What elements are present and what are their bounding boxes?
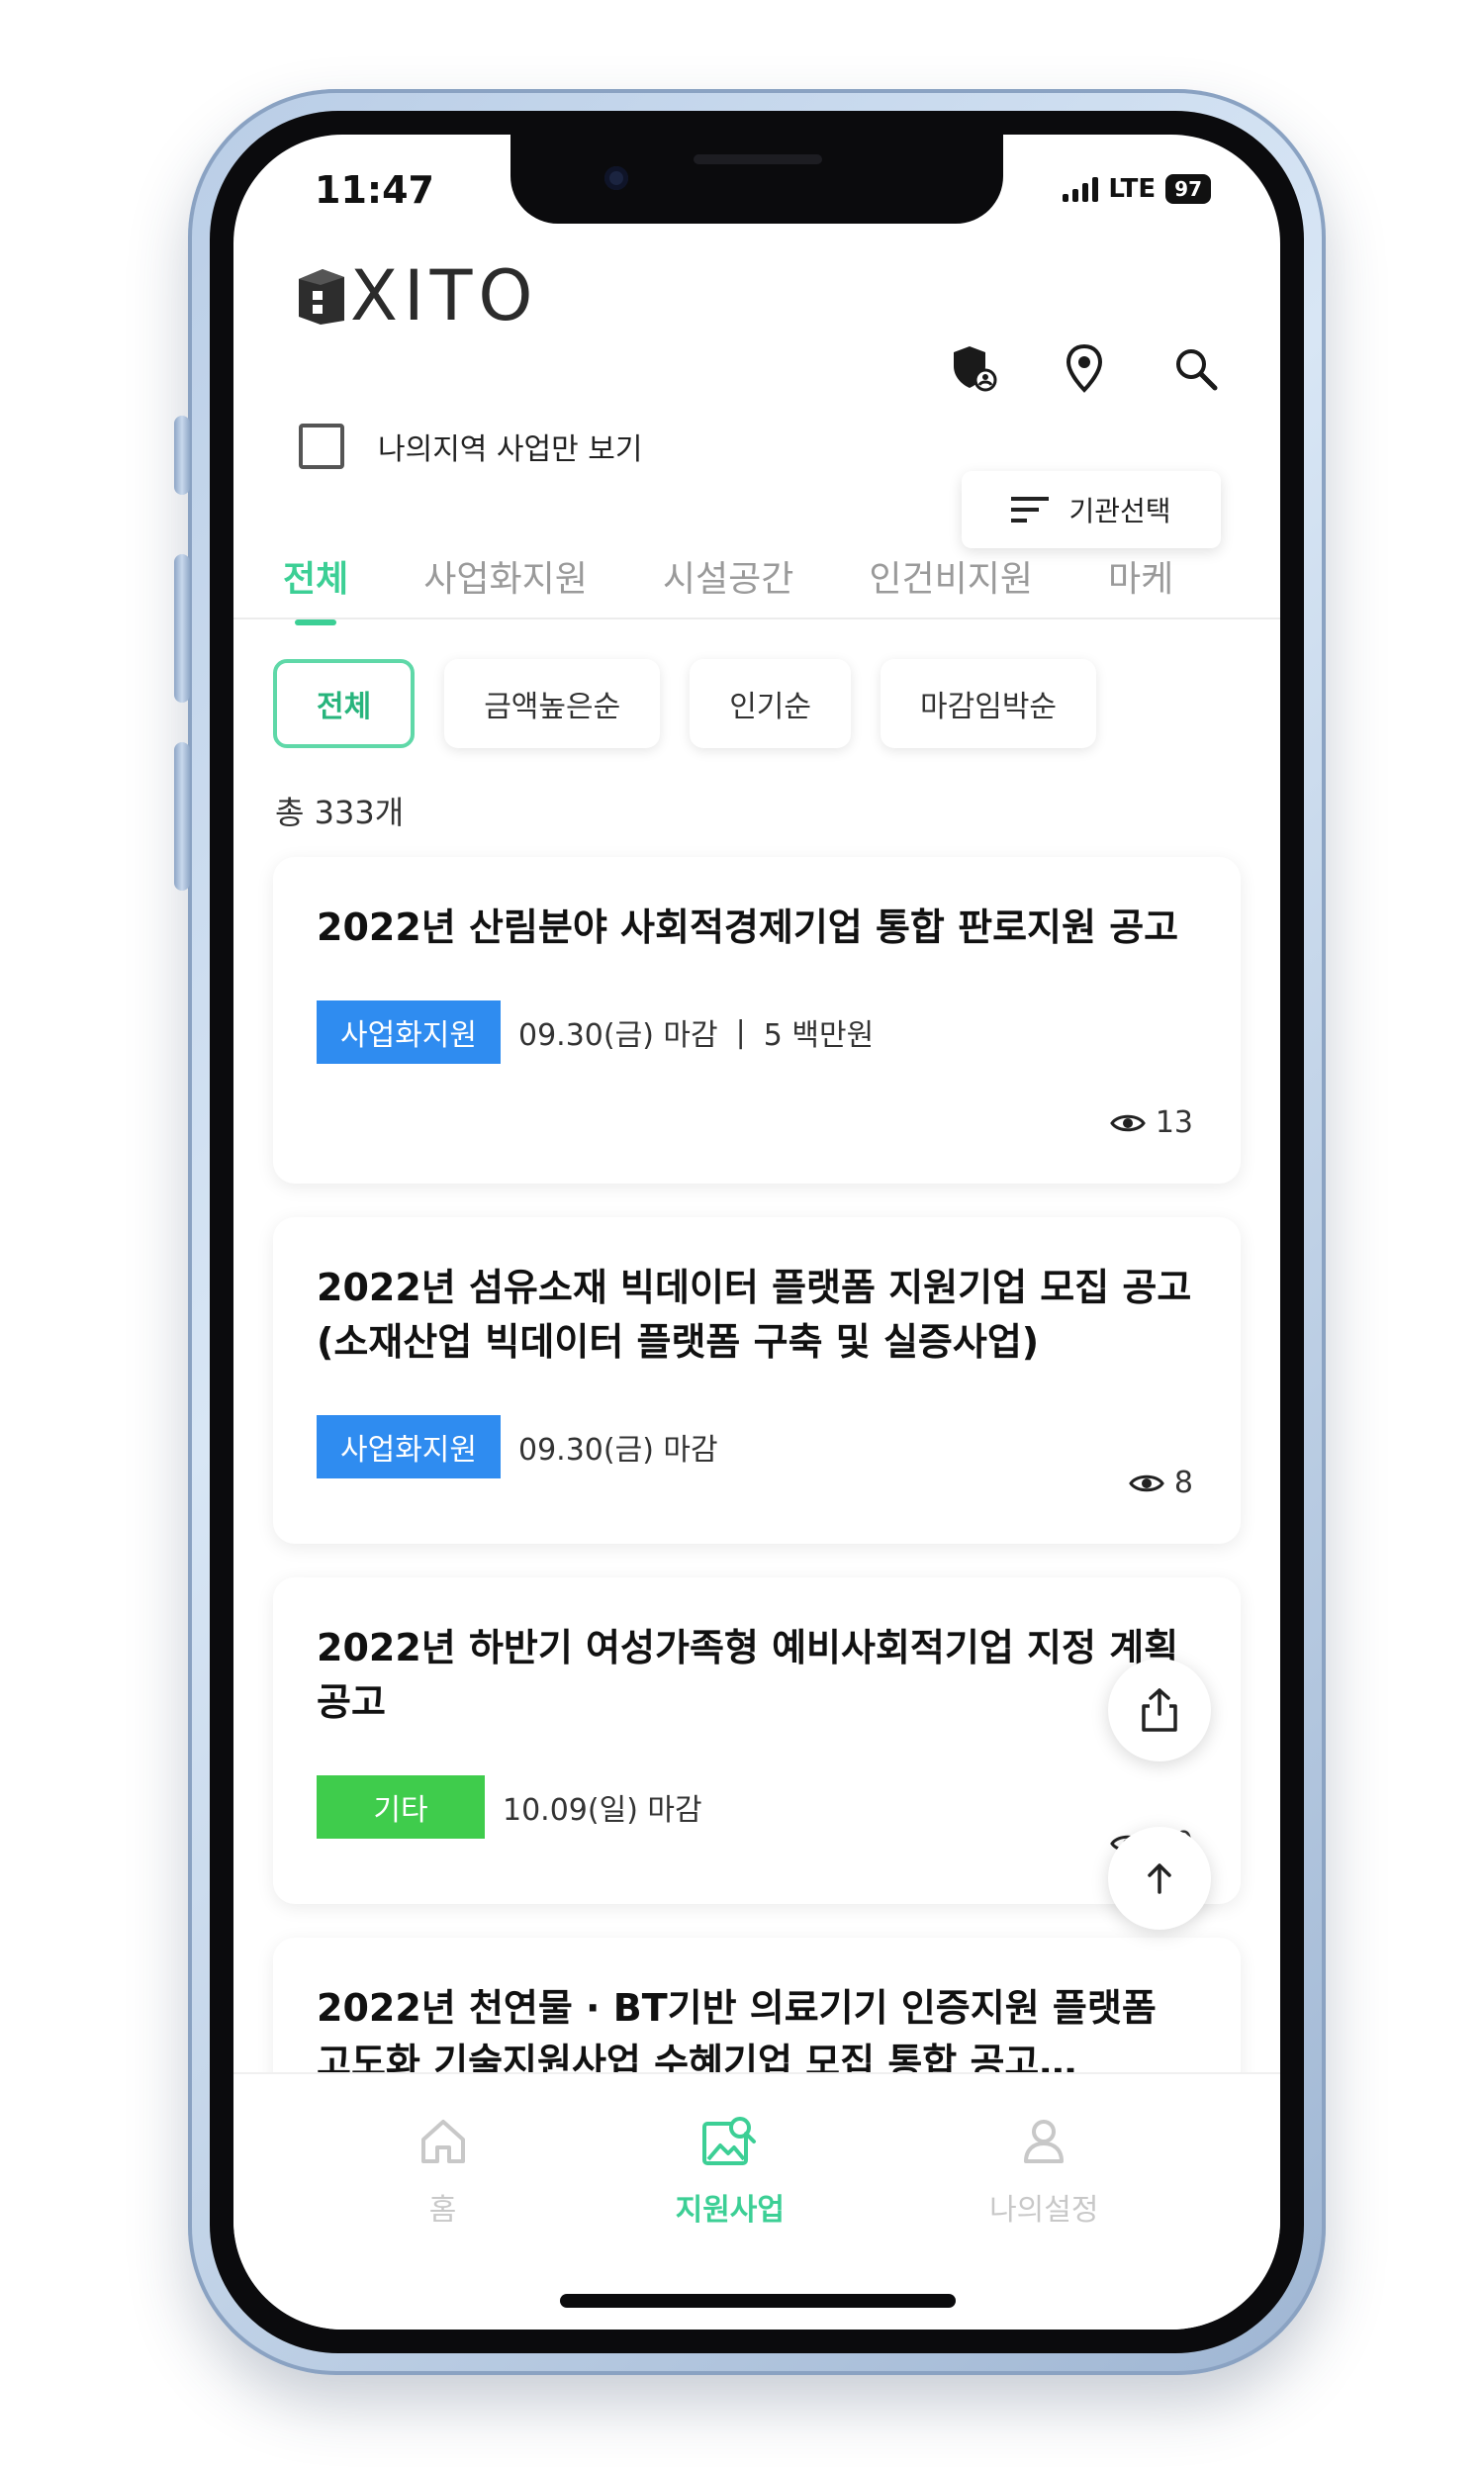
program-card[interactable]: 2022년 섬유소재 빅데이터 플랫폼 지원기업 모집 공고(소재산업 빅데이터… [273, 1217, 1241, 1544]
program-list: 2022년 산림분야 사회적경제기업 통합 판로지원 공고 사업화지원 09.3… [273, 857, 1241, 2229]
location-pin-icon[interactable] [1059, 342, 1110, 394]
deadline-text: 10.09(일) 마감 [503, 1793, 702, 1829]
logo-text: XITO [350, 255, 539, 336]
category-badge: 사업화지원 [317, 1000, 501, 1065]
eye-icon [1129, 1475, 1164, 1491]
image-search-icon [701, 2117, 756, 2165]
user-icon [1024, 2120, 1065, 2163]
tabs-divider [233, 618, 1280, 619]
status-indicators: LTE 97 [1063, 174, 1211, 204]
program-title: 2022년 산림분야 사회적경제기업 통합 판로지원 공고 [317, 905, 1179, 949]
sort-chip-amount[interactable]: 금액높은순 [444, 659, 661, 748]
meta-separator: | [735, 1014, 746, 1050]
status-time: 11:47 [315, 168, 434, 212]
logo-mark-icon [299, 269, 344, 325]
arrow-up-icon [1148, 1863, 1171, 1894]
silent-switch [174, 416, 190, 495]
shield-icon[interactable] [948, 342, 999, 394]
category-badge: 사업화지원 [317, 1415, 501, 1479]
network-label: LTE [1108, 174, 1157, 204]
view-count: 13 [1110, 1105, 1193, 1140]
nav-support-programs-label: 지원사업 [675, 2193, 785, 2228]
battery-icon: 97 [1165, 174, 1211, 204]
header-actions [948, 342, 1221, 394]
scroll-top-button[interactable] [1108, 1827, 1211, 1930]
category-tabs: 전체 사업화지원 시설공간 인건비지원 마케 [283, 550, 1173, 625]
sort-chip-popular[interactable]: 인기순 [690, 659, 852, 748]
sort-chip-all[interactable]: 전체 [273, 659, 416, 748]
phone-notch [510, 135, 1003, 224]
volume-up-button [174, 554, 190, 703]
sort-chip-deadline[interactable]: 마감임박순 [881, 659, 1097, 748]
region-filter[interactable]: 나의지역 사업만 보기 [299, 424, 642, 469]
tab-all[interactable]: 전체 [283, 550, 348, 625]
search-icon[interactable] [1169, 342, 1221, 394]
nav-my-settings[interactable]: 나의설정 [989, 2114, 1098, 2330]
home-icon [420, 2120, 465, 2163]
deadline-text: 09.30(금) 마감 [518, 1018, 718, 1054]
front-camera [604, 166, 628, 190]
region-filter-label: 나의지역 사업만 보기 [378, 432, 643, 467]
program-meta: 사업화지원 09.30(금) 마감 | 5 백만원 [317, 1000, 1197, 1065]
signal-icon [1063, 176, 1099, 202]
region-filter-checkbox[interactable] [299, 424, 344, 469]
view-count-value: 8 [1173, 1466, 1193, 1500]
org-select-label: 기관선택 [1068, 495, 1171, 527]
tab-labor-cost[interactable]: 인건비지원 [869, 550, 1033, 625]
nav-home-label: 홈 [428, 2193, 457, 2228]
nav-home[interactable]: 홈 [416, 2114, 471, 2330]
earpiece-speaker [694, 154, 822, 164]
tab-commercialization[interactable]: 사업화지원 [423, 550, 588, 625]
tab-facility-space[interactable]: 시설공간 [663, 550, 793, 625]
total-count: 총 333개 [275, 794, 405, 831]
share-button[interactable] [1108, 1659, 1211, 1761]
program-title: 2022년 섬유소재 빅데이터 플랫폼 지원기업 모집 공고(소재산업 빅데이터… [317, 1266, 1192, 1365]
deadline-text: 09.30(금) 마감 [518, 1433, 718, 1469]
program-card[interactable]: 2022년 산림분야 사회적경제기업 통합 판로지원 공고 사업화지원 09.3… [273, 857, 1241, 1184]
tab-marketing[interactable]: 마케 [1108, 550, 1173, 625]
nav-my-settings-label: 나의설정 [989, 2193, 1099, 2228]
sort-chips: 전체 금액높은순 인기순 마감임박순 [273, 659, 1097, 748]
program-title: 2022년 하반기 여성가족형 예비사회적기업 지정 계획 공고 [317, 1626, 1179, 1725]
program-card[interactable]: 2022년 하반기 여성가족형 예비사회적기업 지정 계획 공고 기타 10.0… [273, 1577, 1241, 1904]
app-screen: 11:47 LTE 97 XITO 나의지역 사업만 보기 기관선택 전체 사업… [233, 135, 1280, 2330]
volume-down-button [174, 742, 190, 891]
bottom-navigation: 홈 지원사업 나의설정 [233, 2072, 1280, 2330]
view-count-value: 13 [1155, 1105, 1193, 1140]
eye-icon [1110, 1114, 1146, 1131]
program-meta: 기타 10.09(일) 마감 [317, 1775, 1197, 1840]
share-icon [1142, 1688, 1177, 1732]
org-select-button[interactable]: 기관선택 [962, 471, 1221, 548]
view-count: 8 [1129, 1466, 1193, 1500]
category-badge: 기타 [317, 1775, 485, 1840]
amount-text: 5 백만원 [763, 1018, 875, 1054]
filter-lines-icon [1011, 497, 1050, 523]
home-indicator [560, 2294, 956, 2308]
app-logo: XITO [293, 255, 538, 336]
program-meta: 사업화지원 09.30(금) 마감 [317, 1415, 1197, 1479]
